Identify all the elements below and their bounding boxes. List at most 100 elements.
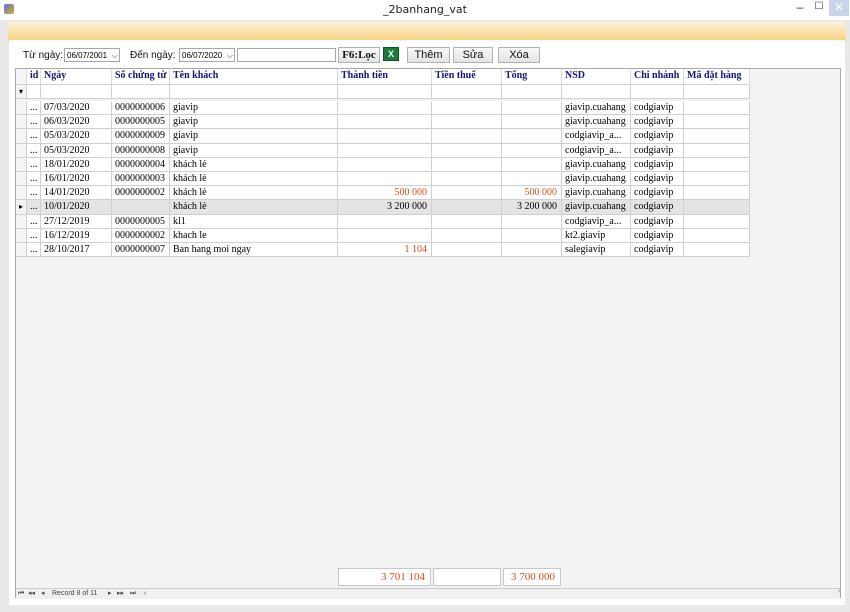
last-record-button[interactable]: ⏭ [130, 589, 136, 599]
cell-customer[interactable]: Ban hang moi ngay [170, 243, 338, 258]
cell-amount[interactable]: 500 000 [338, 186, 432, 201]
cell-date[interactable]: 28/10/2017 [41, 243, 112, 258]
cell-branch[interactable]: codgiavip [631, 186, 684, 201]
cell-customer[interactable]: giavip [170, 129, 338, 144]
column-header-id[interactable]: id [27, 69, 41, 85]
cell-id[interactable]: ... [27, 157, 41, 172]
cell-amount[interactable] [338, 172, 432, 187]
cell-tax[interactable] [432, 214, 502, 229]
cell-date[interactable]: 16/12/2019 [41, 228, 112, 243]
filter-cell[interactable] [684, 85, 750, 99]
cell-id[interactable]: ... [27, 172, 41, 187]
row-header[interactable] [16, 157, 27, 172]
cell-tax[interactable] [432, 172, 502, 187]
cell-amount[interactable]: 1 104 [338, 243, 432, 258]
filter-cell[interactable] [41, 85, 112, 99]
prev-record-button[interactable]: ◂ [41, 589, 45, 599]
cell-date[interactable]: 07/03/2020 [41, 101, 112, 116]
cell-amount[interactable] [338, 129, 432, 144]
cell-id[interactable]: ... [27, 186, 41, 201]
filter-cell[interactable] [338, 85, 432, 99]
cell-order-code[interactable] [684, 157, 750, 172]
cell-customer[interactable]: khách lẻ [170, 186, 338, 201]
cell-tax[interactable] [432, 200, 502, 215]
cell-doc-number[interactable]: 0000000007 [112, 243, 170, 258]
filter-cell[interactable] [631, 85, 684, 99]
row-header[interactable] [16, 214, 27, 229]
add-button[interactable]: Thêm [407, 47, 450, 63]
cell-total[interactable] [502, 143, 562, 158]
cell-id[interactable]: ... [27, 214, 41, 229]
cell-customer[interactable]: khách lẻ [170, 157, 338, 172]
row-header[interactable] [16, 228, 27, 243]
cell-doc-number[interactable]: 0000000003 [112, 172, 170, 187]
cell-total[interactable] [502, 157, 562, 172]
cell-order-code[interactable] [684, 214, 750, 229]
filter-button[interactable]: F6:Lọc [338, 47, 380, 63]
scroll-left-button[interactable]: ‹ [144, 589, 146, 599]
column-header-branch[interactable]: Chi nhánh [631, 69, 684, 85]
cell-user[interactable]: giavip.cuahang [562, 186, 631, 201]
cell-order-code[interactable] [684, 115, 750, 130]
cell-customer[interactable]: khách lẻ [170, 200, 338, 215]
cell-id[interactable]: ... [27, 243, 41, 258]
cell-doc-number[interactable]: 0000000005 [112, 115, 170, 130]
cell-order-code[interactable] [684, 228, 750, 243]
cell-user[interactable]: codgiavip_a... [562, 143, 631, 158]
cell-amount[interactable] [338, 214, 432, 229]
cell-date[interactable]: 05/03/2020 [41, 129, 112, 144]
cell-branch[interactable]: codgiavip [631, 129, 684, 144]
row-header[interactable] [16, 172, 27, 187]
column-header-amount[interactable]: Thành tiền [338, 69, 432, 85]
column-header-total[interactable]: Tổng [502, 69, 562, 85]
first-record-button[interactable]: ⏮ [18, 589, 24, 599]
cell-branch[interactable]: codgiavip [631, 172, 684, 187]
cell-user[interactable]: giavip.cuahang [562, 101, 631, 116]
cell-total[interactable] [502, 214, 562, 229]
cell-doc-number[interactable]: 0000000002 [112, 228, 170, 243]
cell-total[interactable] [502, 129, 562, 144]
cell-tax[interactable] [432, 228, 502, 243]
cell-date[interactable]: 27/12/2019 [41, 214, 112, 229]
cell-doc-number[interactable]: 0000000009 [112, 129, 170, 144]
filter-cell[interactable] [562, 85, 631, 99]
cell-branch[interactable]: codgiavip [631, 157, 684, 172]
cell-customer[interactable]: giavip [170, 101, 338, 116]
cell-tax[interactable] [432, 186, 502, 201]
filter-cell[interactable] [112, 85, 170, 99]
column-header-date[interactable]: Ngày [41, 69, 112, 85]
cell-order-code[interactable] [684, 186, 750, 201]
cell-customer[interactable]: giavip [170, 143, 338, 158]
cell-amount[interactable]: 3 200 000 [338, 200, 432, 215]
cell-id[interactable]: ... [27, 115, 41, 130]
cell-branch[interactable]: codgiavip [631, 101, 684, 116]
cell-user[interactable]: codgiavip_a... [562, 129, 631, 144]
cell-total[interactable] [502, 243, 562, 258]
cell-amount[interactable] [338, 157, 432, 172]
cell-total[interactable] [502, 101, 562, 116]
cell-date[interactable]: 05/03/2020 [41, 143, 112, 158]
cell-order-code[interactable] [684, 172, 750, 187]
cell-branch[interactable]: codgiavip [631, 200, 684, 215]
cell-user[interactable]: salegiavip [562, 243, 631, 258]
row-header[interactable] [16, 115, 27, 130]
minimize-button[interactable]: – [790, 0, 810, 16]
to-date-picker[interactable]: 06/07/2020 ⌵ [179, 48, 235, 62]
search-input[interactable] [237, 48, 336, 62]
chevron-down-icon[interactable]: ⌵ [227, 49, 233, 63]
cell-id[interactable]: ... [27, 228, 41, 243]
cell-user[interactable]: giavip.cuahang [562, 172, 631, 187]
cell-tax[interactable] [432, 129, 502, 144]
row-header[interactable] [16, 101, 27, 116]
cell-tax[interactable] [432, 143, 502, 158]
row-header[interactable] [16, 186, 27, 201]
cell-customer[interactable]: kl1 [170, 214, 338, 229]
chevron-down-icon[interactable]: ⌵ [112, 49, 118, 63]
delete-button[interactable]: Xóa [498, 47, 540, 63]
cell-total[interactable] [502, 115, 562, 130]
filter-icon[interactable]: ▾ [16, 85, 27, 99]
cell-total[interactable]: 3 200 000 [502, 200, 562, 215]
from-date-picker[interactable]: 06/07/2001 ⌵ [64, 48, 120, 62]
cell-date[interactable]: 16/01/2020 [41, 172, 112, 187]
scroll-right-button[interactable]: › [838, 588, 840, 595]
